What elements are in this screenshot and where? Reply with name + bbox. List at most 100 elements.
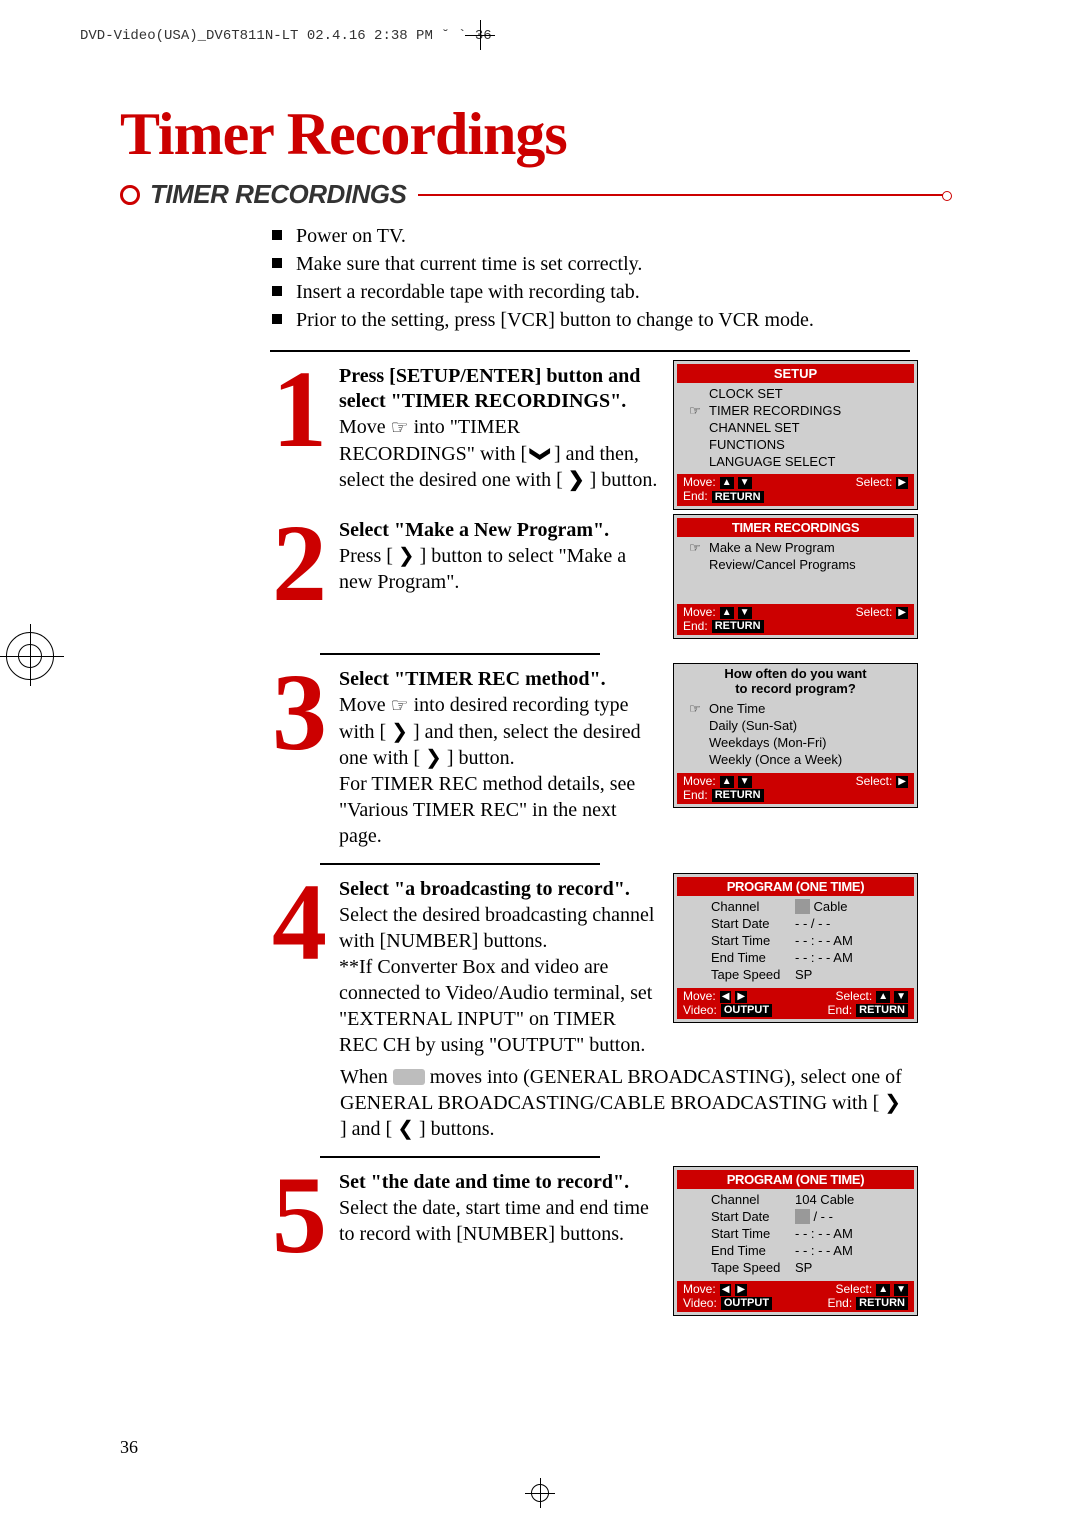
- step-text: Move ☞ into desired recording type with …: [339, 692, 659, 771]
- step-5: 5 Set "the date and time to record". Sel…: [270, 1166, 950, 1316]
- right-arrow-icon: ▶: [896, 776, 908, 788]
- page-content: Timer Recordings TIMER RECORDINGS Power …: [120, 100, 950, 1320]
- step-heading: Set "the date and time to record".: [339, 1170, 659, 1195]
- right-arrow-icon: ▶: [896, 477, 908, 489]
- highlight-field: [795, 1209, 810, 1224]
- page-title: Timer Recordings: [120, 100, 950, 169]
- step-heading: Press [SETUP/ENTER] button and select "T…: [339, 364, 659, 414]
- step-heading: Select "TIMER REC method".: [339, 667, 659, 692]
- list-item-text: Make sure that current time is set corre…: [296, 250, 642, 278]
- osd-menu-list: ☞One Time Daily (Sun-Sat) Weekdays (Mon-…: [677, 701, 914, 773]
- square-bullet-icon: [272, 314, 282, 324]
- right-arrow-icon: ▶: [735, 1284, 747, 1296]
- list-item: Prior to the setting, press [VCR] button…: [272, 306, 950, 334]
- up-arrow-icon: ▲: [876, 1284, 890, 1296]
- list-item: Power on TV.: [272, 222, 950, 250]
- pointing-hand-icon: ☞: [391, 693, 409, 719]
- osd-footer: Move:◀▶ Select:▲▼ Video:OUTPUT End:RETUR…: [677, 988, 914, 1020]
- step-text: Select the date, start time and end time…: [339, 1195, 659, 1247]
- step-1: 1 Press [SETUP/ENTER] button and select …: [270, 360, 950, 510]
- list-item-text: Prior to the setting, press [VCR] button…: [296, 306, 814, 334]
- list-item-text: Insert a recordable tape with recording …: [296, 278, 640, 306]
- right-arrow-icon: ▶: [735, 991, 747, 1003]
- step-heading: Select "a broadcasting to record".: [339, 877, 659, 902]
- step-heading: Select "Make a New Program".: [339, 518, 659, 543]
- list-item-text: Power on TV.: [296, 222, 406, 250]
- osd-setup-menu: SETUP CLOCK SET ☞TIMER RECORDINGS CHANNE…: [673, 360, 918, 510]
- osd-timer-recordings-menu: TIMER RECORDINGS ☞Make a New Program Rev…: [673, 514, 918, 639]
- osd-footer: Move:◀▶ Select:▲▼ Video:OUTPUT End:RETUR…: [677, 1281, 914, 1313]
- button-placeholder-icon: [393, 1069, 425, 1085]
- step-3: 3 Select "TIMER REC method". Move ☞ into…: [270, 663, 950, 849]
- osd-footer: Move:▲▼ Select:▶ End:RETURN: [677, 474, 914, 506]
- down-arrow-icon: ▼: [894, 991, 908, 1003]
- registration-mark-left: [0, 624, 70, 694]
- square-bullet-icon: [272, 286, 282, 296]
- down-arrow-icon: ▼: [894, 1284, 908, 1296]
- step-text: For TIMER REC method details, see "Vario…: [339, 771, 659, 849]
- section-heading-row: TIMER RECORDINGS: [120, 179, 950, 210]
- divider: [320, 1156, 600, 1158]
- pointing-hand-icon: ☞: [687, 701, 703, 718]
- up-arrow-icon: ▲: [876, 991, 890, 1003]
- step-number: 4: [270, 873, 325, 1058]
- crop-mark-top: [465, 20, 495, 50]
- square-bullet-icon: [272, 230, 282, 240]
- page-number: 36: [120, 1437, 138, 1458]
- up-arrow-icon: ▲: [720, 607, 734, 619]
- step-text: Move ☞ into "TIMER RECORDINGS" with [ ❯ …: [339, 414, 659, 493]
- highlight-field: [795, 899, 810, 914]
- step-text: Press [ ❯ ] button to select "Make a new…: [339, 543, 659, 595]
- divider: [270, 350, 910, 352]
- osd-menu-list: ☞Make a New Program Review/Cancel Progra…: [677, 540, 914, 604]
- step-4: 4 Select "a broadcasting to record". Sel…: [270, 873, 950, 1058]
- divider: [320, 863, 600, 865]
- right-arrow-icon: ▶: [896, 607, 908, 619]
- step-number: 1: [270, 360, 325, 510]
- step-body: Set "the date and time to record". Selec…: [339, 1166, 659, 1316]
- step-number: 2: [270, 514, 325, 639]
- osd-prompt: How often do you wantto record program?: [677, 667, 914, 697]
- step-number: 3: [270, 663, 325, 849]
- step-2: 2 Select "Make a New Program". Press [ ❯…: [270, 514, 950, 639]
- up-arrow-icon: ▲: [720, 477, 734, 489]
- list-item: Insert a recordable tape with recording …: [272, 278, 950, 306]
- step-body: Select "a broadcasting to record". Selec…: [339, 873, 659, 1058]
- step-body: Press [SETUP/ENTER] button and select "T…: [339, 360, 659, 510]
- down-arrow-icon: ▼: [738, 477, 752, 489]
- print-header-stamp: DVD-Video(USA)_DV6T811N-LT 02.4.16 2:38 …: [80, 28, 1060, 48]
- osd-title: PROGRAM (ONE TIME): [677, 877, 914, 896]
- step-text: Select the desired broadcasting channel …: [339, 902, 659, 954]
- osd-title: PROGRAM (ONE TIME): [677, 1170, 914, 1189]
- osd-title: SETUP: [677, 364, 914, 383]
- osd-footer: Move:▲▼ Select:▶ End:RETURN: [677, 773, 914, 805]
- step-body: Select "Make a New Program". Press [ ❯ ]…: [339, 514, 659, 639]
- square-bullet-icon: [272, 258, 282, 268]
- osd-record-frequency-menu: How often do you wantto record program? …: [673, 663, 918, 808]
- step-body: Select "TIMER REC method". Move ☞ into d…: [339, 663, 659, 849]
- down-arrow-icon: ▼: [738, 776, 752, 788]
- osd-footer: Move:▲▼ Select:▶ End:RETURN: [677, 604, 914, 636]
- left-arrow-icon: ◀: [720, 1284, 732, 1296]
- up-arrow-icon: ▲: [720, 776, 734, 788]
- osd-menu-list: CLOCK SET ☞TIMER RECORDINGS CHANNEL SET …: [677, 386, 914, 474]
- osd-kv-list: Channel Cable Start Date- - / - - Start …: [677, 899, 914, 987]
- step-4-after-text: When moves into (GENERAL BROADCASTING), …: [340, 1064, 910, 1142]
- pointing-hand-icon: ☞: [687, 540, 703, 557]
- osd-title: TIMER RECORDINGS: [677, 518, 914, 537]
- step-note: **If Converter Box and video are connect…: [339, 954, 659, 1058]
- pointing-hand-icon: ☞: [391, 415, 409, 441]
- step-number: 5: [270, 1166, 325, 1316]
- section-heading: TIMER RECORDINGS: [150, 179, 406, 210]
- pointing-hand-icon: ☞: [687, 403, 703, 420]
- divider: [320, 653, 600, 655]
- section-bullet-icon: [120, 185, 140, 205]
- list-item: Make sure that current time is set corre…: [272, 250, 950, 278]
- osd-kv-list: Channel104 Cable Start Date / - - Start …: [677, 1192, 914, 1280]
- left-arrow-icon: ◀: [720, 991, 732, 1003]
- registration-mark-bottom: [525, 1478, 555, 1508]
- osd-program-one-time-2: PROGRAM (ONE TIME) Channel104 Cable Star…: [673, 1166, 918, 1316]
- prerequisite-list: Power on TV. Make sure that current time…: [272, 222, 950, 334]
- section-rule: [418, 194, 950, 196]
- down-arrow-icon: ▼: [738, 607, 752, 619]
